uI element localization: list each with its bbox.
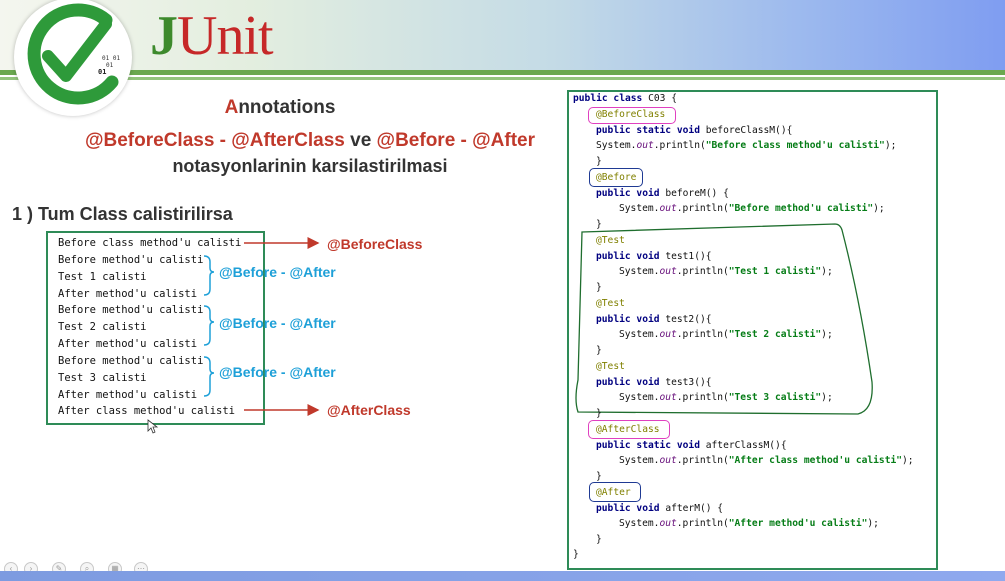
label-before-after-3: @Before - @After bbox=[219, 364, 336, 380]
code-annotation-test: @Test bbox=[596, 361, 625, 372]
code-line: System.out.println("Test 2 calisti"); bbox=[619, 329, 833, 340]
code-line: } bbox=[596, 282, 602, 293]
footer-bar bbox=[0, 571, 1005, 581]
code-annotation-before-class: @BeforeClass bbox=[596, 109, 666, 120]
code-line: public class C03 { bbox=[573, 93, 677, 104]
code-line: System.out.println("Test 3 calisti"); bbox=[619, 392, 833, 403]
code-line: System.out.println("After method'u calis… bbox=[619, 518, 879, 529]
code-line: public void beforeM() { bbox=[596, 188, 729, 199]
code-annotation-test: @Test bbox=[596, 235, 625, 246]
code-line: System.out.println("Test 1 calisti"); bbox=[619, 266, 833, 277]
code-line: } bbox=[596, 471, 602, 482]
code-annotation-after-class: @AfterClass bbox=[596, 424, 660, 435]
code-line: } bbox=[596, 534, 602, 545]
code-line: } bbox=[596, 156, 602, 167]
code-line: public void afterM() { bbox=[596, 503, 724, 514]
code-line: } bbox=[596, 408, 602, 419]
code-line: } bbox=[596, 219, 602, 230]
bracket-3 bbox=[203, 356, 215, 397]
label-before-after-2: @Before - @After bbox=[219, 315, 336, 331]
code-line: System.out.println("Before method'u cali… bbox=[619, 203, 885, 214]
code-line: public void test1(){ bbox=[596, 251, 712, 262]
code-line: public void test2(){ bbox=[596, 314, 712, 325]
code-line: public static void beforeClassM(){ bbox=[596, 125, 793, 136]
bracket-1 bbox=[203, 255, 215, 296]
mouse-cursor-icon bbox=[147, 419, 159, 434]
code-line: System.out.println("After class method'u… bbox=[619, 455, 914, 466]
label-before-class: @BeforeClass bbox=[327, 236, 423, 252]
code-annotation-after: @After bbox=[596, 487, 631, 498]
label-after-class: @AfterClass bbox=[327, 402, 411, 418]
code-line: System.out.println("Before class method'… bbox=[596, 140, 897, 151]
code-line: public void test3(){ bbox=[596, 377, 712, 388]
code-line: } bbox=[573, 549, 579, 560]
bracket-2 bbox=[203, 305, 215, 346]
code-annotation-test: @Test bbox=[596, 298, 625, 309]
code-line: public static void afterClassM(){ bbox=[596, 440, 787, 451]
code-line: } bbox=[596, 345, 602, 356]
label-before-after-1: @Before - @After bbox=[219, 264, 336, 280]
code-annotation-before: @Before bbox=[596, 172, 637, 183]
